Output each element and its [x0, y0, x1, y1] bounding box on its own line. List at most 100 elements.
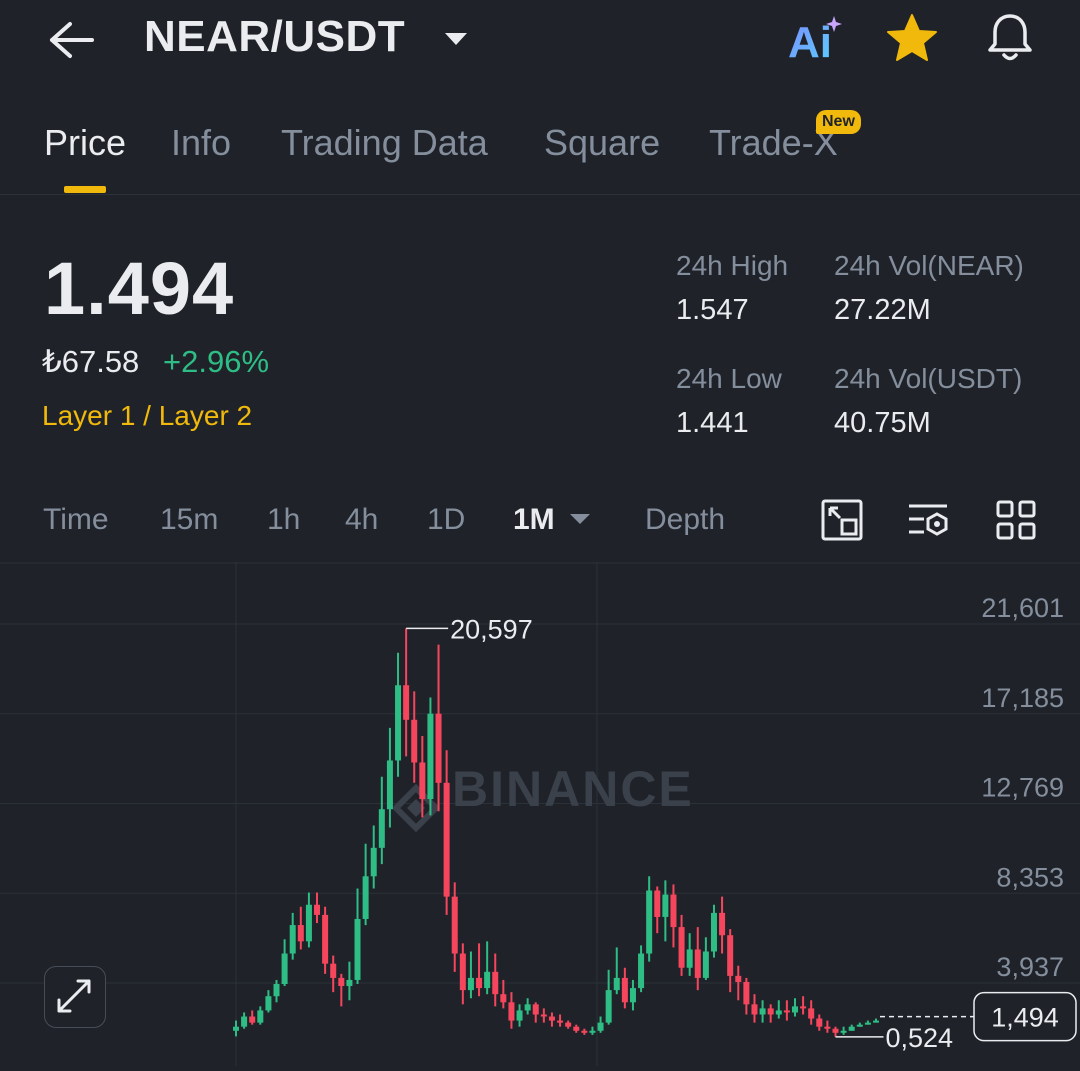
candle [783, 1000, 790, 1021]
candle [589, 1026, 596, 1035]
candle [864, 1020, 871, 1025]
interval-depth[interactable]: Depth [645, 503, 725, 537]
y-axis-tick-label: 8,353 [996, 862, 1064, 892]
candle [362, 843, 369, 926]
candle [719, 896, 726, 954]
indicator-settings-icon[interactable] [906, 498, 950, 542]
pair-title[interactable]: NEAR/USDT [144, 12, 405, 62]
candle [694, 927, 701, 991]
candle [281, 939, 288, 987]
candle [500, 979, 507, 1009]
interval-15m[interactable]: 15m [160, 503, 218, 537]
interval-time[interactable]: Time [43, 503, 109, 537]
candle [840, 1026, 847, 1035]
candle [233, 1020, 239, 1037]
max-price-label: 20,597 [450, 614, 533, 644]
candle [548, 1012, 555, 1027]
new-badge: New [816, 110, 861, 134]
ai-label: Ai [788, 18, 832, 64]
candle [459, 943, 466, 1005]
layout-grid-icon[interactable] [994, 498, 1038, 542]
candle [702, 937, 709, 980]
candle [403, 628, 410, 757]
candle [597, 1016, 604, 1033]
candle [565, 1020, 572, 1029]
candle [856, 1022, 863, 1027]
candle [411, 691, 418, 783]
vol-quote-label: 24h Vol(USDT) [834, 363, 1023, 394]
candle [492, 953, 499, 1007]
candle [540, 1008, 547, 1023]
candle [395, 652, 402, 777]
candle [629, 979, 636, 1011]
candle [532, 1002, 539, 1023]
candle [775, 1000, 782, 1019]
fiat-price: ₺67.58 [42, 344, 140, 379]
candle [791, 998, 798, 1017]
candle [516, 1004, 523, 1027]
candle [451, 882, 458, 972]
y-axis-tick-label: 3,937 [996, 952, 1064, 982]
candle [621, 967, 628, 1009]
high-value: 1.547 [676, 294, 749, 326]
ai-assistant-icon[interactable]: Ai [786, 14, 846, 67]
interval-1d[interactable]: 1D [427, 503, 465, 537]
candle [873, 1018, 879, 1023]
candle [824, 1020, 831, 1033]
candle [613, 947, 620, 995]
candle [338, 973, 345, 1007]
candle [330, 955, 337, 993]
candle [524, 998, 531, 1015]
candle [710, 904, 717, 958]
interval-1h[interactable]: 1h [267, 503, 300, 537]
candle [378, 776, 385, 865]
low-label: 24h Low [676, 363, 782, 394]
back-arrow-icon[interactable] [44, 18, 96, 62]
candle [646, 876, 653, 962]
candle [751, 994, 758, 1023]
candle [573, 1024, 580, 1033]
candle [322, 906, 329, 974]
candle [759, 1000, 766, 1023]
candle [314, 892, 321, 924]
candle [305, 892, 312, 948]
candle [816, 1014, 823, 1031]
tab-trading-data[interactable]: Trading Data [281, 122, 488, 164]
candle [354, 888, 361, 985]
sector-tag[interactable]: Layer 1 / Layer 2 [42, 400, 252, 432]
candle [386, 727, 393, 828]
candle [249, 1010, 256, 1025]
pair-dropdown-icon[interactable] [442, 30, 470, 48]
active-tab-indicator [64, 186, 106, 193]
candlestick-chart[interactable]: BINANCE 21,601 17,185 12,769 8,353 3,937 20,… [0, 562, 1080, 1066]
vol-quote-value: 40.75M [834, 407, 931, 439]
notification-bell-icon[interactable] [982, 10, 1038, 66]
low-value: 1.441 [676, 407, 749, 439]
candle [297, 906, 304, 950]
y-axis-tick-label: 21,601 [981, 593, 1064, 623]
interval-4h[interactable]: 4h [345, 503, 378, 537]
interval-dropdown-icon[interactable] [568, 512, 592, 526]
candle [605, 969, 612, 1025]
interval-1m[interactable]: 1M [513, 503, 555, 537]
tab-info[interactable]: Info [171, 122, 231, 164]
candle [848, 1024, 855, 1031]
candle [638, 945, 645, 993]
chart-expand-button[interactable] [44, 966, 106, 1028]
chart-fullscreen-icon[interactable] [820, 498, 864, 542]
candle [654, 886, 661, 934]
y-axis-tick-label: 17,185 [981, 683, 1064, 713]
last-price: 1.494 [44, 247, 235, 330]
candle [484, 941, 491, 995]
tab-price[interactable]: Price [44, 122, 126, 164]
min-price-label: 0,524 [885, 1023, 953, 1053]
candle [686, 933, 693, 976]
tab-square[interactable]: Square [544, 122, 660, 164]
vol-base-value: 27.22M [834, 294, 931, 326]
candle [678, 914, 685, 976]
candle [508, 992, 515, 1029]
favorite-star-icon[interactable] [884, 12, 940, 66]
candle [289, 912, 296, 960]
candle [265, 990, 272, 1013]
candle [557, 1014, 564, 1027]
